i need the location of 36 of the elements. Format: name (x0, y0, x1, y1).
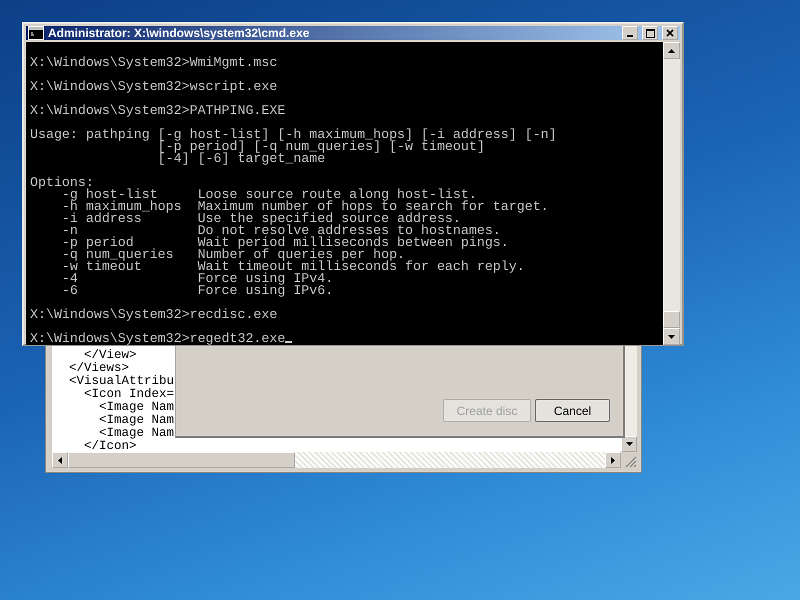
right-arrow-icon (611, 456, 615, 464)
scrollbar-thumb[interactable] (663, 311, 680, 328)
xml-line: <Icon Index= (83, 387, 174, 401)
cancel-button[interactable]: Cancel (535, 399, 610, 422)
console-line: X:\Windows\System32>regedt32.exe (30, 331, 286, 345)
xml-line: <VisualAttribu (68, 374, 174, 388)
scrollbar-thumb[interactable] (68, 452, 295, 468)
console-line: -6 Force using IPv6. (60, 283, 334, 298)
up-arrow-icon (668, 48, 675, 52)
xml-line: <Image Nam (99, 426, 174, 440)
xml-line: </Views> (68, 361, 130, 375)
xml-line: </View> (83, 348, 137, 362)
console-line: Options: (30, 175, 94, 190)
console-line: X:\Windows\System32>recdisc.exe (30, 307, 278, 322)
xml-line: </Icon> (83, 439, 137, 452)
xml-line: <Image Nam (98, 413, 174, 427)
console-line: -w timeout Wait timeout milliseconds for each reply. (60, 259, 525, 274)
close-icon (666, 29, 674, 37)
xml-line: <Image Nam (98, 400, 174, 414)
resize-grip-icon (625, 456, 637, 468)
minimize-button[interactable] (622, 26, 638, 40)
left-arrow-icon (58, 456, 62, 464)
horizontal-scrollbar[interactable] (52, 452, 637, 468)
maximize-icon (646, 28, 654, 38)
console-line: -4 Force using IPv4. (60, 271, 334, 286)
console-icon (28, 26, 44, 40)
console-line: Usage: pathping [-g host-list] [-h maximum_hops] [-i address] [-n] (30, 127, 557, 142)
close-button[interactable] (662, 26, 678, 40)
vertical-scrollbar[interactable] (663, 42, 680, 345)
maximize-button[interactable] (642, 26, 658, 40)
console-line: X:\Windows\System32>WmiMgmt.msc (30, 55, 278, 70)
down-arrow-icon (668, 334, 675, 338)
console-line: X:\Windows\System32>wscript.exe (30, 79, 278, 94)
down-arrow-icon (626, 442, 632, 446)
window-title: Administrator: X:\windows\system32\cmd.exe (48, 26, 310, 40)
console-line: X:\Windows\System32>PATHPING.EXE (30, 103, 286, 118)
